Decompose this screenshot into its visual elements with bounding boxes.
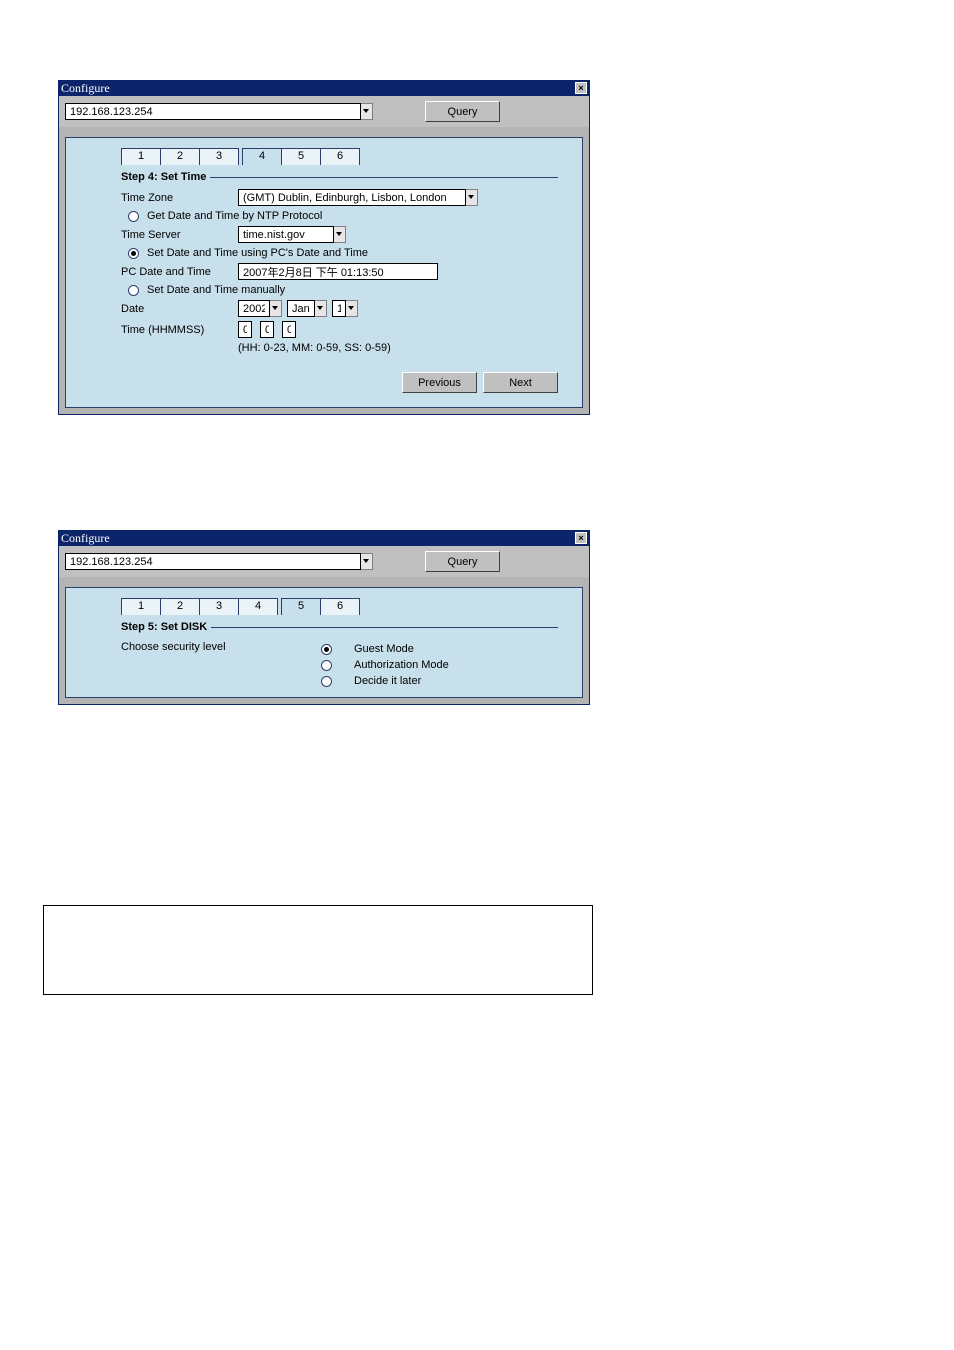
date-year-select[interactable] (238, 300, 270, 317)
empty-frame (43, 905, 593, 995)
chevron-down-icon[interactable] (466, 189, 478, 206)
wizard-area: 1 2 3 4 5 6 Step 5: Set DISK Choose secu… (65, 587, 583, 698)
tab-4[interactable]: 4 (242, 148, 282, 165)
tab-1[interactable]: 1 (121, 148, 161, 165)
radio-manual-row: Set Date and Time manually (121, 284, 558, 296)
label-security: Choose security level (121, 639, 321, 691)
ip-dropdown-icon[interactable] (361, 553, 373, 570)
opt-later-row: Decide it later (321, 675, 558, 687)
timeserver-select[interactable] (238, 226, 334, 243)
tabbar: 1 2 3 4 5 6 (121, 598, 582, 615)
radio-ntp-label: Get Date and Time by NTP Protocol (147, 210, 322, 222)
radio-pc[interactable] (128, 248, 139, 259)
step-title: Step 4: Set Time (121, 171, 206, 183)
pcdatetime-field[interactable] (238, 263, 438, 280)
time-hint: (HH: 0-23, MM: 0-59, SS: 0-59) (238, 342, 558, 354)
row-timeserver: Time Server (121, 226, 558, 243)
radio-ntp[interactable] (128, 211, 139, 222)
chevron-down-icon[interactable] (346, 300, 358, 317)
timezone-select[interactable] (238, 189, 466, 206)
wizard-area: 1 2 3 4 5 6 Step 4: Set Time Time Zone G… (65, 137, 583, 408)
label-date: Date (121, 303, 238, 315)
tab-2[interactable]: 2 (160, 148, 200, 165)
query-button[interactable]: Query (425, 551, 500, 572)
security-options: Guest Mode Authorization Mode Decide it … (321, 639, 558, 691)
tabbar: 1 2 3 4 5 6 (121, 148, 582, 165)
titlebar: Configure × (59, 81, 589, 96)
tab-5[interactable]: 5 (281, 148, 321, 165)
window-title: Configure (61, 81, 110, 95)
tab-6[interactable]: 6 (320, 598, 360, 615)
radio-manual[interactable] (128, 285, 139, 296)
security-row: Choose security level Guest Mode Authori… (121, 639, 558, 691)
label-timezone: Time Zone (121, 192, 238, 204)
radio-ntp-row: Get Date and Time by NTP Protocol (121, 210, 558, 222)
date-month-select[interactable] (287, 300, 315, 317)
opt-guest-row: Guest Mode (321, 643, 558, 655)
previous-button[interactable]: Previous (402, 372, 477, 393)
time-mm-input[interactable] (260, 321, 274, 338)
label-later: Decide it later (354, 675, 421, 687)
step5-content: Choose security level Guest Mode Authori… (121, 639, 558, 691)
step-title-divider (211, 627, 558, 628)
query-button[interactable]: Query (425, 101, 500, 122)
nav-buttons: Previous Next (66, 372, 558, 393)
tab-5[interactable]: 5 (281, 598, 321, 615)
tab-1[interactable]: 1 (121, 598, 161, 615)
tab-4[interactable]: 4 (238, 598, 278, 615)
row-date: Date (121, 300, 558, 317)
label-guest: Guest Mode (354, 643, 414, 655)
tab-2[interactable]: 2 (160, 598, 200, 615)
chevron-down-icon[interactable] (334, 226, 346, 243)
label-time: Time (HHMMSS) (121, 324, 238, 336)
opt-auth-row: Authorization Mode (321, 659, 558, 671)
close-icon[interactable]: × (575, 532, 587, 544)
ip-dropdown-icon[interactable] (361, 103, 373, 120)
next-button[interactable]: Next (483, 372, 558, 393)
time-ss-input[interactable] (282, 321, 296, 338)
row-pcdatetime: PC Date and Time (121, 263, 558, 280)
label-timeserver: Time Server (121, 229, 238, 241)
close-icon[interactable]: × (575, 82, 587, 94)
chevron-down-icon[interactable] (270, 300, 282, 317)
tab-3[interactable]: 3 (199, 598, 239, 615)
step-title: Step 5: Set DISK (121, 621, 207, 633)
ip-address-input[interactable] (65, 103, 361, 120)
time-boxes (238, 321, 296, 338)
radio-pc-row: Set Date and Time using PC's Date and Ti… (121, 247, 558, 259)
toolbar: Query (59, 546, 589, 577)
row-time: Time (HHMMSS) (121, 321, 558, 338)
toolbar: Query (59, 96, 589, 127)
label-pcdatetime: PC Date and Time (121, 266, 238, 278)
ip-address-input[interactable] (65, 553, 361, 570)
radio-guest[interactable] (321, 644, 332, 655)
step-title-row: Step 5: Set DISK (121, 621, 582, 633)
step-title-divider (210, 177, 558, 178)
date-day-select[interactable] (332, 300, 346, 317)
step-title-row: Step 4: Set Time (121, 171, 582, 183)
step4-content: Time Zone Get Date and Time by NTP Proto… (121, 189, 558, 354)
configure-window-2: Configure × Query 1 2 3 4 5 6 Step 5: Se… (58, 530, 590, 705)
time-hh-input[interactable] (238, 321, 252, 338)
radio-pc-label: Set Date and Time using PC's Date and Ti… (147, 247, 368, 259)
window-title: Configure (61, 531, 110, 545)
chevron-down-icon[interactable] (315, 300, 327, 317)
row-timezone: Time Zone (121, 189, 558, 206)
tab-6[interactable]: 6 (320, 148, 360, 165)
radio-manual-label: Set Date and Time manually (147, 284, 285, 296)
titlebar: Configure × (59, 531, 589, 546)
tab-3[interactable]: 3 (199, 148, 239, 165)
label-auth: Authorization Mode (354, 659, 449, 671)
radio-later[interactable] (321, 676, 332, 687)
configure-window-1: Configure × Query 1 2 3 4 5 6 Step 4: Se… (58, 80, 590, 415)
radio-auth[interactable] (321, 660, 332, 671)
